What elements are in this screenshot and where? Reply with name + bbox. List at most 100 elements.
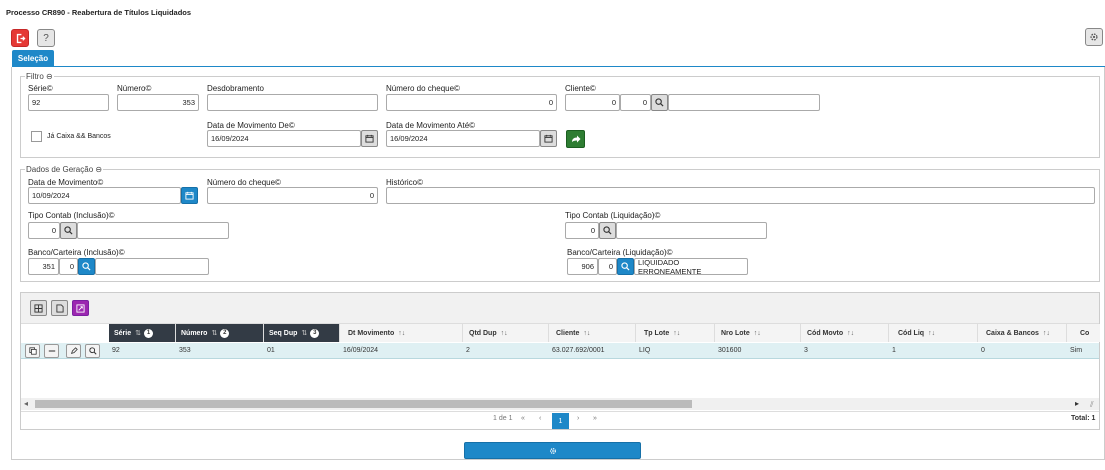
apply-filter-button[interactable] <box>566 130 585 148</box>
col-qtd-dup[interactable]: Qtd Dup ↑↓ <box>463 324 549 342</box>
cliente-name-input[interactable] <box>668 94 820 111</box>
banco-inclusao-label: Banco/Carteira (Inclusão)© <box>28 248 125 257</box>
desdobramento-input[interactable] <box>207 94 378 111</box>
banco-liquidacao-name-input[interactable]: LIQUIDADO ERRONEAMENTE <box>634 258 748 276</box>
cell-co[interactable]: Sim <box>1067 343 1099 359</box>
col-cod-liq[interactable]: Cód Liq ↑↓ <box>889 324 978 342</box>
ja-caixa-checkbox[interactable] <box>31 131 42 142</box>
scroll-right-icon[interactable]: ▸ <box>1075 399 1079 408</box>
tipo-liquidacao-name-input[interactable] <box>616 222 767 239</box>
collapse-icon[interactable]: ⊖ <box>93 165 102 174</box>
collapse-icon[interactable]: ⊖ <box>44 72 53 81</box>
col-cliente[interactable]: Cliente ↑↓ <box>549 324 636 342</box>
col-nro-lote[interactable]: Nro Lote ↑↓ <box>715 324 801 342</box>
row-edit-button[interactable] <box>66 344 81 358</box>
banco-liquidacao-code-input[interactable]: 906 <box>567 258 598 275</box>
cell-cod-liq[interactable]: 1 <box>889 343 978 359</box>
data-ate-calendar-button[interactable] <box>540 130 557 147</box>
cell-dt-movimento[interactable]: 16/09/2024 <box>340 343 463 359</box>
sort-icon: ↑↓ <box>847 329 855 337</box>
cell-qtd-dup[interactable]: 2 <box>463 343 549 359</box>
cell-cod-movto[interactable]: 3 <box>801 343 889 359</box>
data-mov-calendar-button[interactable] <box>181 187 198 204</box>
last-page-button[interactable]: » <box>593 415 597 422</box>
cell-cliente[interactable]: 63.027.692/0001 <box>549 343 636 359</box>
col-co[interactable]: Co <box>1067 324 1100 342</box>
numero-cheque-input[interactable]: 0 <box>386 94 557 111</box>
grid-columns-button[interactable] <box>30 300 47 316</box>
data-de-calendar-button[interactable] <box>361 130 378 147</box>
row-remove-button[interactable] <box>44 344 59 358</box>
col-seq-dup[interactable]: Seq Dup ⇅ 3 <box>264 324 340 342</box>
geracao-cheque-input[interactable]: 0 <box>207 187 378 204</box>
col-serie[interactable]: Série ⇅ 1 <box>109 324 176 342</box>
sort-icon: ⇅ <box>211 330 218 337</box>
cell-tp-lote[interactable]: LIQ <box>636 343 715 359</box>
copy-icon: © <box>589 84 596 93</box>
scroll-left-icon[interactable]: ◂ <box>24 399 28 408</box>
col-numero[interactable]: Número ⇅ 2 <box>176 324 264 342</box>
numero-label: Número© <box>117 84 152 93</box>
prev-page-button[interactable]: ‹ <box>539 415 541 422</box>
cell-seq-dup[interactable]: 01 <box>264 343 340 359</box>
cliente-search-button[interactable] <box>651 94 668 111</box>
copy-icon: © <box>288 121 295 130</box>
cell-caixa-bancos[interactable]: 0 <box>978 343 1067 359</box>
search-icon <box>82 262 91 271</box>
grid-expand-button[interactable] <box>72 300 89 316</box>
sort-icon: ↑↓ <box>500 329 508 337</box>
banco-liquidacao-seq-input[interactable]: 0 <box>598 258 617 275</box>
tipo-liquidacao-search-button[interactable] <box>599 222 616 239</box>
data-de-input[interactable]: 16/09/2024 <box>207 130 361 147</box>
calendar-icon <box>365 134 374 143</box>
banco-inclusao-seq-input[interactable]: 0 <box>59 258 78 275</box>
scrollbar-thumb[interactable] <box>35 400 692 408</box>
banco-inclusao-code-input[interactable]: 351 <box>28 258 59 275</box>
resize-handle-icon[interactable]: ⫽ <box>1090 400 1094 410</box>
tipo-inclusao-name-input[interactable] <box>77 222 229 239</box>
numero-input[interactable]: 353 <box>117 94 199 111</box>
banco-inclusao-search-button[interactable] <box>78 258 95 275</box>
cliente-seq-input[interactable]: 0 <box>620 94 651 111</box>
help-button[interactable]: ? <box>37 29 55 47</box>
exit-button[interactable] <box>11 29 29 47</box>
grid-export-file-button[interactable] <box>51 300 68 316</box>
col-cod-movto[interactable]: Cód Movto ↑↓ <box>801 324 889 342</box>
col-caixa-bancos[interactable]: Caixa & Bancos ↑↓ <box>978 324 1067 342</box>
pager-range: 1 de 1 <box>493 415 513 422</box>
banco-liquidacao-search-button[interactable] <box>617 258 634 275</box>
copy-icon: © <box>454 84 460 93</box>
cliente-code-input[interactable]: 0 <box>565 94 620 111</box>
data-mov-input[interactable]: 10/09/2024 <box>28 187 181 204</box>
execute-button[interactable] <box>464 442 641 459</box>
settings-button[interactable] <box>1085 28 1103 46</box>
copy-icon: © <box>469 121 476 130</box>
col-tp-lote[interactable]: Tp Lote ↑↓ <box>636 324 715 342</box>
cell-numero[interactable]: 353 <box>176 343 264 359</box>
cell-nro-lote[interactable]: 301600 <box>715 343 801 359</box>
row-view-button[interactable] <box>85 344 100 358</box>
exit-icon <box>16 33 25 43</box>
cliente-label: Cliente© <box>565 84 596 93</box>
serie-input[interactable]: 92 <box>28 94 109 111</box>
cell-serie[interactable]: 92 <box>109 343 176 359</box>
next-page-button[interactable]: › <box>577 415 579 422</box>
banco-inclusao-name-input[interactable] <box>95 258 209 275</box>
tab-selecao[interactable]: Seleção <box>12 50 54 66</box>
gear-icon <box>1090 33 1098 41</box>
tipo-liquidacao-code-input[interactable]: 0 <box>565 222 599 239</box>
horizontal-scrollbar[interactable]: ◂ ▸ ⫽ <box>21 398 1099 410</box>
historico-input[interactable] <box>386 187 1095 204</box>
sort-icon: ↑↓ <box>928 329 936 337</box>
current-page-button[interactable]: 1 <box>552 413 569 429</box>
col-dt-movimento[interactable]: Dt Movimento ↑↓ <box>340 324 463 342</box>
search-icon <box>64 226 73 235</box>
tipo-inclusao-search-button[interactable] <box>60 222 77 239</box>
data-ate-input[interactable]: 16/09/2024 <box>386 130 540 147</box>
tipo-inclusao-code-input[interactable]: 0 <box>28 222 60 239</box>
first-page-button[interactable]: « <box>521 415 525 422</box>
geracao-legend: Dados de Geração ⊖ <box>26 165 103 174</box>
tipo-liquidacao-label: Tipo Contab (Liquidação)© <box>565 211 661 220</box>
row-copy-button[interactable] <box>25 344 40 358</box>
grid-icon <box>34 303 43 313</box>
